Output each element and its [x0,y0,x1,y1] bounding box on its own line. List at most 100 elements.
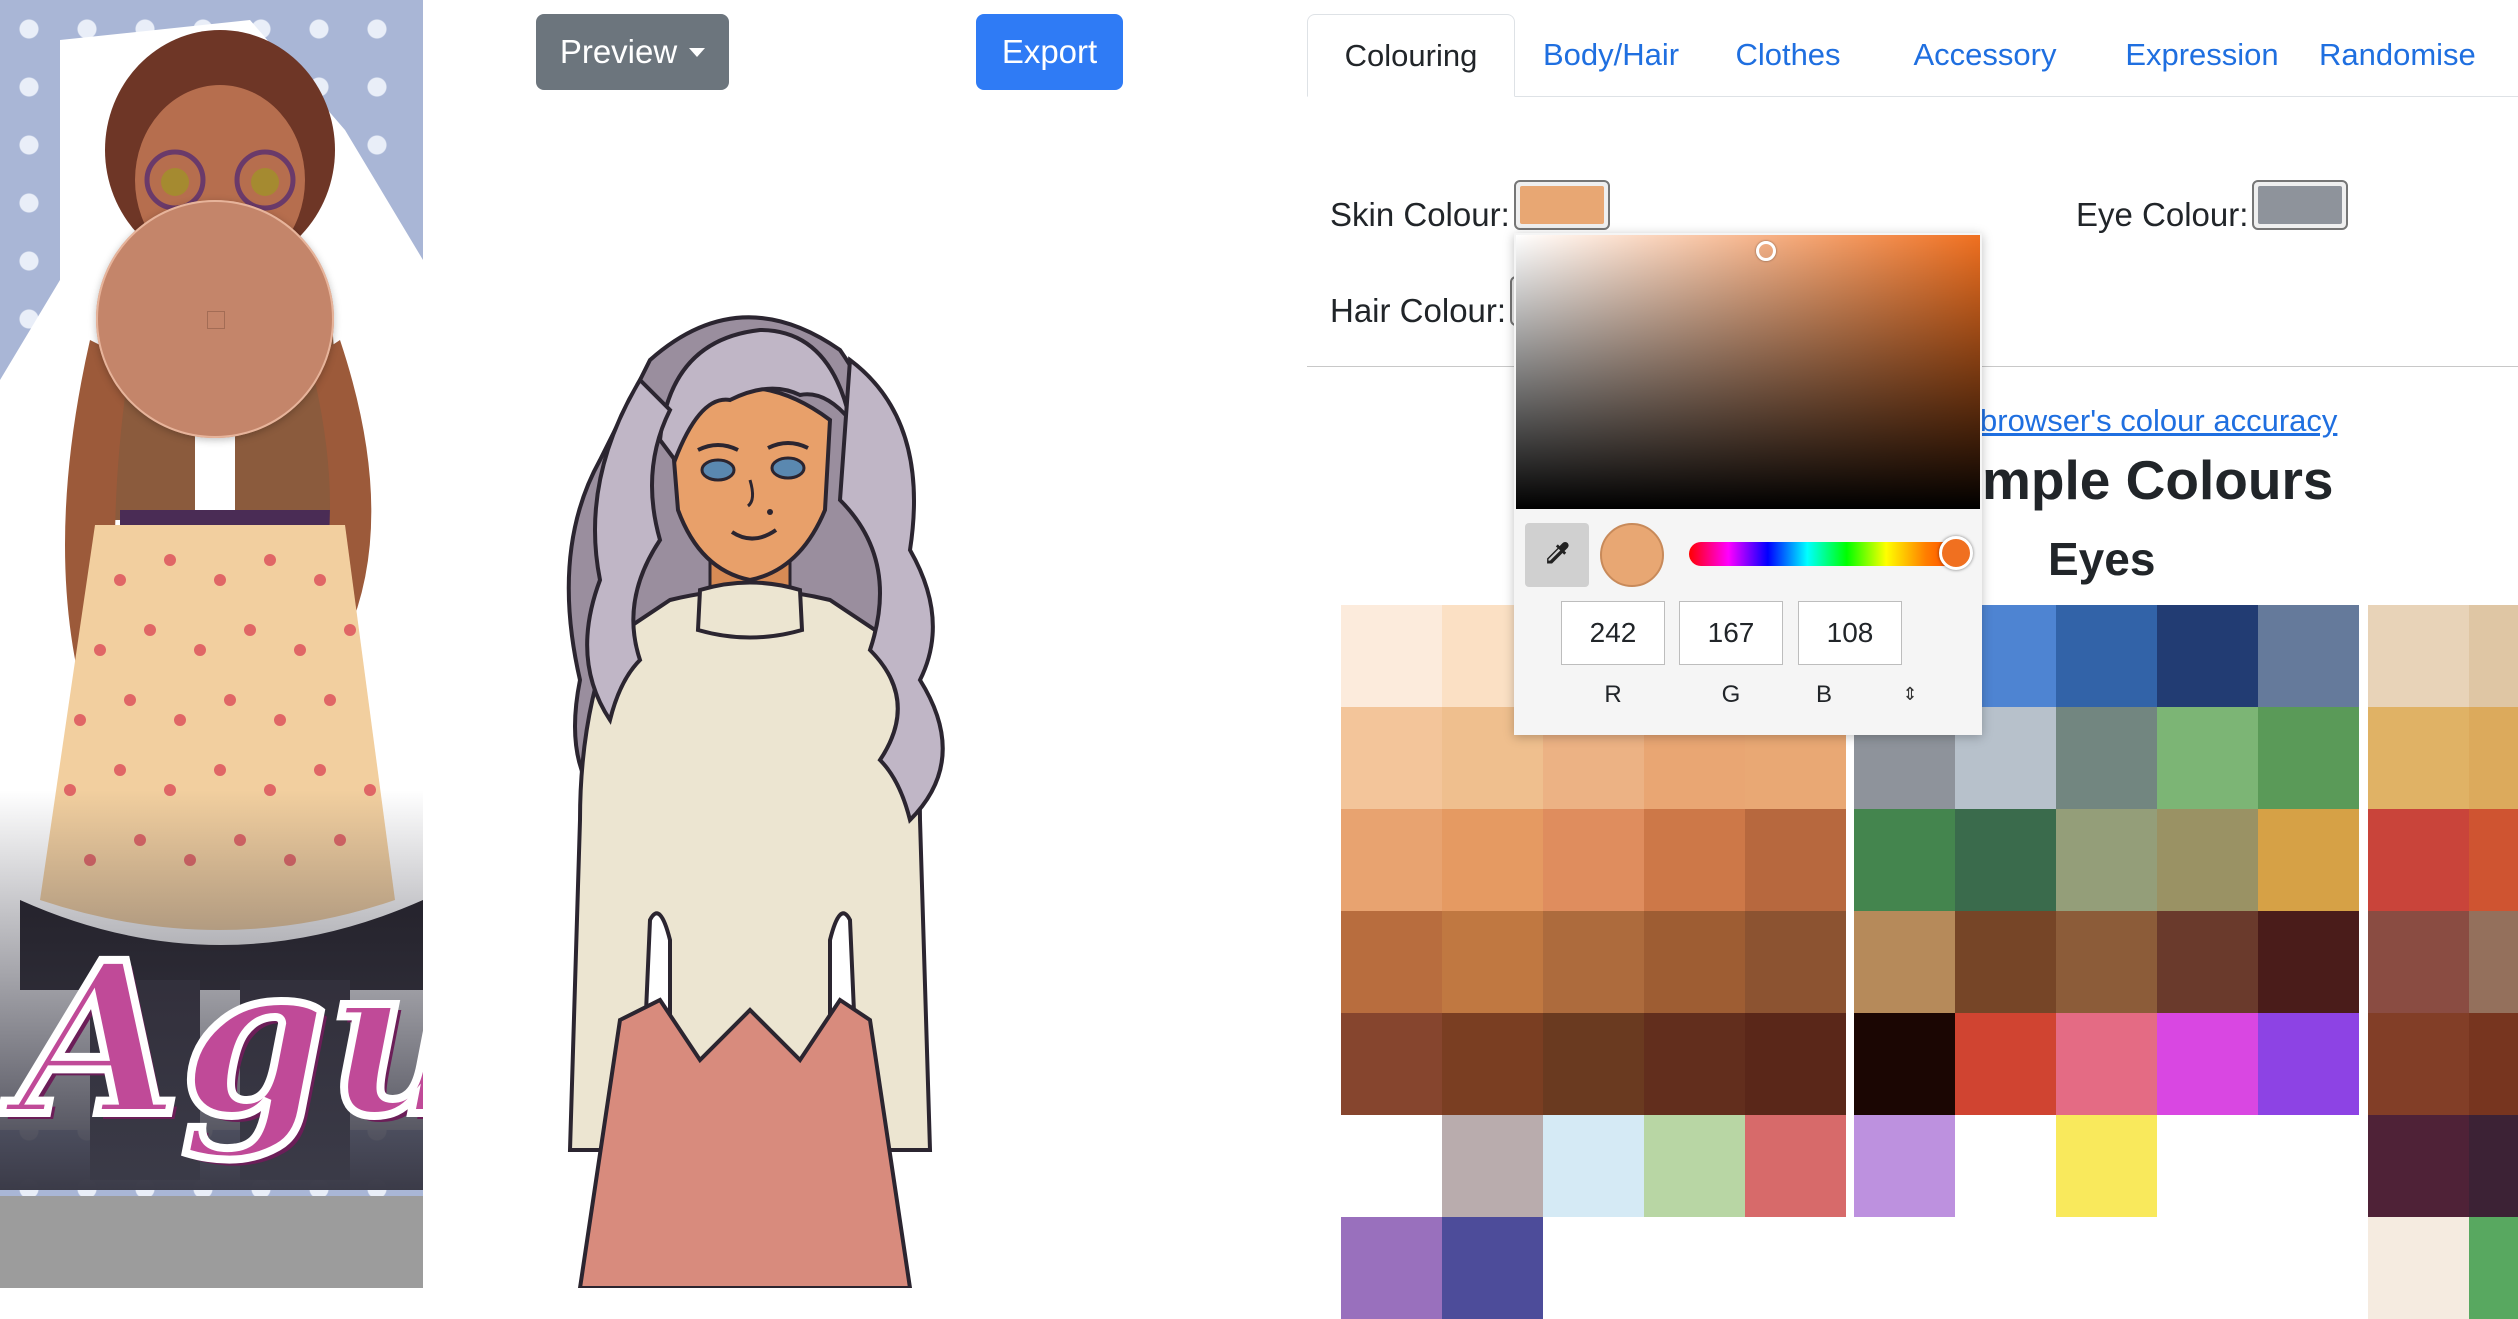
colour-picker-popup: R G B ⇕ [1514,233,1982,735]
eyes-swatch[interactable] [1955,911,2056,1013]
hair-colour-label: Hair Colour: [1330,292,1507,329]
sample-colours-title: mple Colours [1982,449,2334,511]
eyedropper-magnifier [96,200,334,438]
skin-swatch[interactable] [1543,1115,1644,1217]
skin-swatch[interactable] [1543,809,1644,911]
eyes-swatch[interactable] [1854,809,1955,911]
eyes-swatch[interactable] [2056,707,2157,809]
eyes-swatch[interactable] [2157,707,2258,809]
hue-slider-handle[interactable] [1939,536,1973,570]
skin-swatch[interactable] [1644,911,1745,1013]
green-label: G [1721,681,1741,708]
skin-swatch[interactable] [1543,1013,1644,1115]
eyes-swatch[interactable] [1854,1115,1955,1217]
hair-swatch[interactable] [2469,1217,2518,1319]
tab-expression[interactable]: Expression [2097,14,2307,96]
skin-swatch[interactable] [1644,1013,1745,1115]
colour-accuracy-link[interactable]: browser's colour accuracy [1980,403,2337,439]
skin-swatch[interactable] [1745,1115,1846,1217]
eyes-swatch[interactable] [1854,1013,1955,1115]
eyes-swatch[interactable] [2056,809,2157,911]
editor-tabs: Colouring Body/Hair Clothes Accessory Ex… [1307,14,2518,97]
eyes-swatch[interactable] [2056,1115,2157,1217]
eyes-swatch[interactable] [2258,605,2359,707]
hair-swatch[interactable] [2469,1013,2518,1115]
skin-swatch[interactable] [1745,911,1846,1013]
skin-swatch[interactable] [1644,809,1745,911]
eyes-swatch[interactable] [2056,1013,2157,1115]
eyes-swatch[interactable] [2056,605,2157,707]
blue-input[interactable] [1798,601,1902,665]
hair-swatch[interactable] [2368,809,2469,911]
skin-swatch[interactable] [1442,1217,1543,1319]
character-preview [566,315,945,1288]
eye-colour-label: Eye Colour: [2076,196,2249,233]
skin-swatch[interactable] [1341,911,1442,1013]
hair-swatch[interactable] [2368,1115,2469,1217]
hair-swatch[interactable] [2469,707,2518,809]
preview-dropdown-button[interactable]: Preview [536,14,729,90]
tab-body-hair[interactable]: Body/Hair [1529,14,1693,96]
eyes-swatch[interactable] [2157,911,2258,1013]
skin-swatch[interactable] [1341,1013,1442,1115]
eyes-swatch[interactable] [2258,809,2359,911]
skin-swatch[interactable] [1644,1115,1745,1217]
format-toggle-icon[interactable]: ⇕ [1898,679,1922,709]
hair-swatch[interactable] [2469,809,2518,911]
skin-colour-input[interactable] [1514,180,1610,230]
magnifier-crosshair [207,311,225,329]
green-input[interactable] [1679,601,1783,665]
eyes-swatch[interactable] [2157,605,2258,707]
hair-swatch[interactable] [2469,1115,2518,1217]
hair-swatch[interactable] [2368,707,2469,809]
hair-swatch[interactable] [2469,911,2518,1013]
eyes-swatch[interactable] [2157,1013,2258,1115]
eye-colour-input[interactable] [2252,180,2348,230]
eyes-swatch[interactable] [1955,809,2056,911]
red-label: R [1604,681,1622,708]
blue-label: B [1815,681,1832,708]
eyes-swatch[interactable] [2056,911,2157,1013]
eye-colour-swatch [2258,186,2342,224]
reference-floor [0,1196,423,1288]
skin-swatch[interactable] [1341,605,1442,707]
preview-label: Preview [559,33,678,70]
hair-swatch[interactable] [2368,1217,2469,1319]
tab-colouring[interactable]: Colouring [1307,14,1515,97]
hair-swatch[interactable] [2469,605,2518,707]
red-input[interactable] [1561,601,1665,665]
skin-swatch[interactable] [1745,809,1846,911]
skin-swatch[interactable] [1543,911,1644,1013]
eyes-swatch[interactable] [2157,809,2258,911]
skin-swatch[interactable] [1442,1115,1543,1217]
eyes-swatch[interactable] [1955,1013,2056,1115]
export-button[interactable]: Export [976,14,1123,90]
hue-slider[interactable] [1689,536,1973,570]
eyedropper-button[interactable] [1525,523,1589,587]
chevron-down-icon [689,47,706,57]
current-colour-preview [1600,523,1664,587]
saturation-value-handle[interactable] [1756,241,1776,261]
skin-swatch[interactable] [1442,1013,1543,1115]
eyes-swatch[interactable] [2258,911,2359,1013]
skin-swatch[interactable] [1341,1115,1442,1217]
skin-swatch[interactable] [1341,809,1442,911]
hair-swatch[interactable] [2368,1013,2469,1115]
reference-logo: Agus [14,912,423,1167]
tab-randomise[interactable]: Randomise [2319,14,2518,96]
eyes-swatch[interactable] [1854,911,1955,1013]
tab-accessory[interactable]: Accessory [1885,14,2085,96]
eyes-swatch[interactable] [2258,1013,2359,1115]
hair-swatch[interactable] [2368,911,2469,1013]
eyes-swatch[interactable] [2258,707,2359,809]
tab-clothes[interactable]: Clothes [1703,14,1873,96]
skin-swatch[interactable] [1442,809,1543,911]
skin-swatch[interactable] [1442,911,1543,1013]
skin-swatch[interactable] [1745,1013,1846,1115]
hair-swatch[interactable] [2368,605,2469,707]
skin-swatch[interactable] [1341,1217,1442,1319]
reference-image: Agus [0,0,423,1288]
skin-colour-label: Skin Colour: [1330,196,1510,233]
saturation-value-area[interactable] [1516,235,1980,509]
skin-swatch[interactable] [1341,707,1442,809]
